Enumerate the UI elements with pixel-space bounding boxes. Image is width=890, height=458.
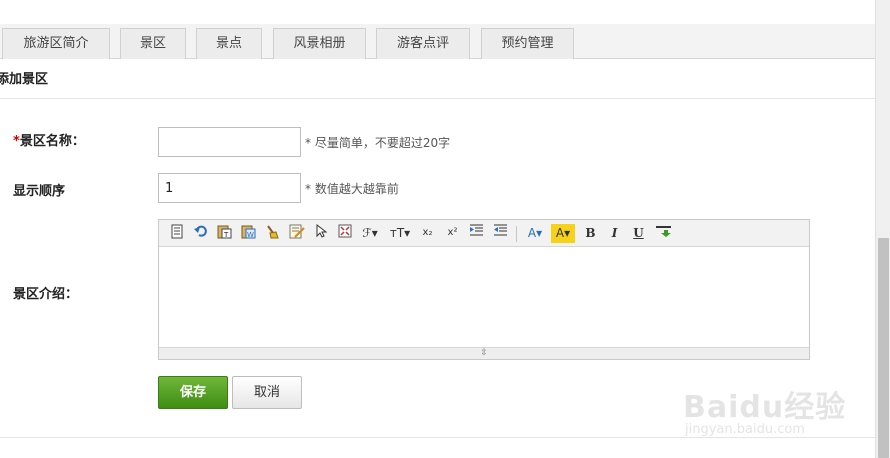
tab-label: 景点 [215,36,242,51]
editor-body[interactable] [159,247,809,347]
bold-icon[interactable]: B [581,224,600,243]
toolbar-divider [516,226,517,242]
display-order-input[interactable] [158,173,301,203]
save-button[interactable]: 保存 [158,376,228,409]
tab-label: 游客点评 [396,36,449,51]
paste-word-icon[interactable]: W [239,224,258,243]
tab-scenic-spot[interactable]: 景点 [196,28,262,59]
order-label: 显示顺序 [13,184,66,199]
baidu-watermark: Baidu经验 jingyan.baidu.com [683,372,873,442]
superscript-icon[interactable]: x² [443,224,462,243]
indent-icon[interactable] [467,224,486,243]
intro-label: 景区介绍： [13,287,79,302]
tab-label: 风景相册 [293,36,346,51]
tab-photo-album[interactable]: 风景相册 [273,28,366,59]
name-label: *景区名称： [13,134,85,149]
scrollbar-thumb[interactable] [878,238,889,458]
font-color-icon[interactable]: A▾ [523,224,547,243]
underline-icon[interactable]: U [629,224,648,243]
select-all-icon[interactable] [287,224,306,243]
italic-icon[interactable]: I [605,224,624,243]
tab-tourist-area-intro[interactable]: 旅游区简介 [2,28,110,59]
outdent-icon[interactable] [491,224,510,243]
top-bar [0,0,875,24]
highlight-icon[interactable]: A▾ [551,224,575,243]
tab-bar: 旅游区简介 景区 景点 风景相册 游客点评 预约管理 [0,24,875,59]
insert-icon[interactable] [653,224,675,243]
tab-label: 预约管理 [501,36,554,51]
watermark-url: jingyan.baidu.com [685,422,805,437]
tab-scenic-area[interactable]: 景区 [120,28,186,59]
source-icon[interactable] [167,224,186,243]
scenic-name-input[interactable] [158,127,301,157]
undo-icon[interactable] [191,224,210,243]
cursor-icon[interactable] [311,223,330,243]
vertical-scrollbar[interactable] [875,0,890,458]
font-size-icon[interactable]: тT▾ [387,224,413,243]
paste-text-icon[interactable]: T [215,224,234,243]
editor-resize-handle[interactable]: ⇳ [159,347,809,359]
subscript-icon[interactable]: x₂ [418,224,437,243]
name-hint: * 尽量简单，不要超过20字 [305,136,451,150]
tab-label: 景区 [139,36,166,51]
tab-label: 旅游区简介 [23,36,89,51]
fullscreen-icon[interactable] [335,224,354,243]
order-hint: * 数值越大越靠前 [305,182,399,196]
editor-toolbar: T W ℱ▾ тT▾ x₂ x² A▾ A▾ B I U [159,220,809,247]
svg-text:W: W [247,231,254,239]
watermark-logo: Baidu经验 [683,390,847,425]
section-title: 添加景区 [0,59,875,99]
required-mark: * [13,134,20,149]
cancel-button[interactable]: 取消 [232,376,302,409]
clear-format-icon[interactable] [263,224,282,243]
svg-text:T: T [223,231,229,239]
rich-text-editor[interactable]: T W ℱ▾ тT▾ x₂ x² A▾ A▾ B I U ⇳ [158,219,810,360]
tab-booking[interactable]: 预约管理 [481,28,574,59]
tab-reviews[interactable]: 游客点评 [376,28,470,59]
font-family-icon[interactable]: ℱ▾ [359,224,381,243]
